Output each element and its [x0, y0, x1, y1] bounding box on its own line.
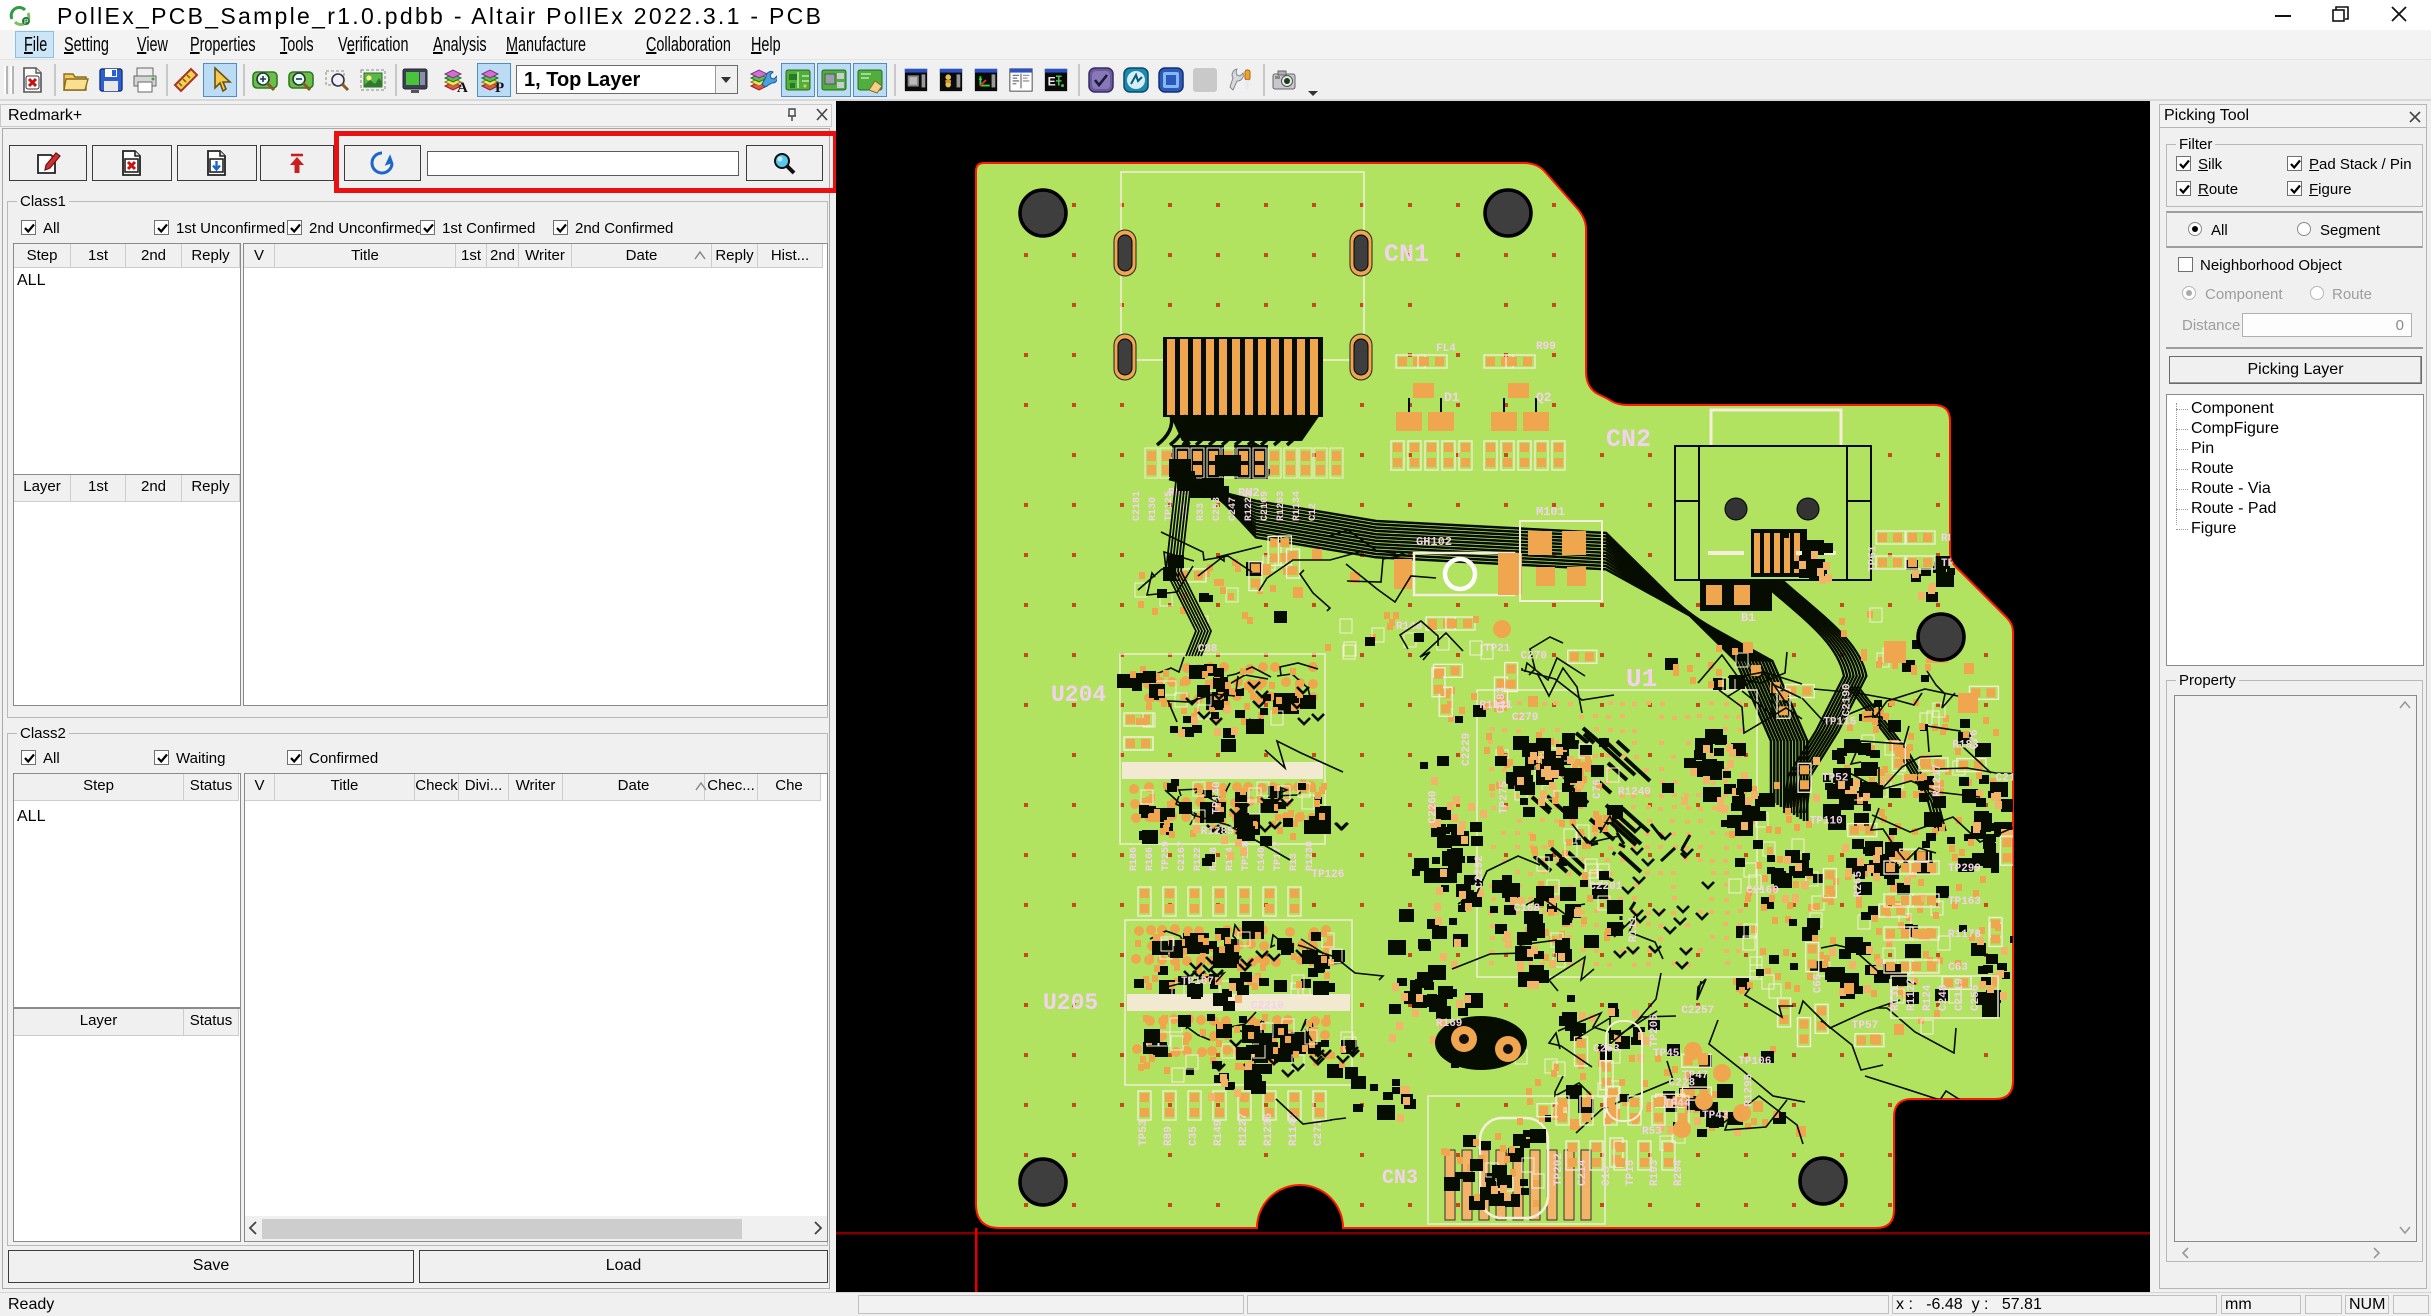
svg-text:R1134: R1134	[1292, 491, 1303, 521]
svg-text:C35: C35	[1188, 1126, 1200, 1146]
svg-text:TP259: TP259	[1161, 841, 1172, 871]
svg-text:C2292: C2292	[1474, 855, 1486, 888]
svg-text:TP115: TP115	[1823, 717, 1856, 729]
svg-text:C2260: C2260	[1428, 790, 1440, 823]
svg-text:C140: C140	[1257, 847, 1268, 871]
svg-text:TP299: TP299	[1948, 863, 1981, 875]
svg-text:P: P	[24, 19, 29, 26]
svg-text:TP61: TP61	[1867, 545, 1879, 572]
svg-text:TP15: TP15	[1625, 1159, 1637, 1186]
svg-text:R1217: R1217	[1932, 764, 1944, 797]
svg-text:R1240: R1240	[1618, 787, 1651, 799]
svg-text:R193: R193	[1649, 1159, 1661, 1186]
svg-text:R53: R53	[1642, 1126, 1662, 1138]
svg-text:R1121: R1121	[1479, 700, 1512, 712]
svg-text:C13: C13	[1601, 1166, 1613, 1186]
svg-text:R1122: R1122	[1906, 978, 1918, 1011]
svg-text:C2257: C2257	[1681, 1005, 1714, 1017]
svg-text:R131: R131	[1890, 984, 1902, 1011]
svg-text:R13: R13	[1289, 853, 1300, 871]
svg-text:B1: B1	[1741, 611, 1755, 625]
svg-text:TP107: TP107	[1181, 976, 1214, 988]
svg-text:C272: C272	[1313, 1120, 1325, 1146]
svg-text:C214: C214	[1577, 1159, 1589, 1186]
svg-text:C247: C247	[1228, 497, 1239, 521]
svg-text:R124: R124	[1922, 984, 1934, 1011]
svg-text:C2229: C2229	[1461, 733, 1473, 766]
svg-text:C2109: C2109	[1260, 491, 1271, 521]
svg-text:C2160: C2160	[1746, 885, 1779, 897]
svg-text:C2210: C2210	[1251, 1001, 1284, 1013]
svg-text:TP106: TP106	[1738, 1056, 1771, 1068]
svg-text:C76: C76	[1592, 779, 1604, 799]
svg-text:C256: C256	[1970, 985, 1982, 1011]
svg-text:R111: R111	[1628, 915, 1640, 942]
svg-text:TP53: TP53	[1138, 1119, 1150, 1146]
svg-text:R33: R33	[1196, 503, 1207, 521]
svg-text:TP202: TP202	[1553, 1153, 1565, 1186]
svg-text:C248: C248	[1938, 984, 1950, 1011]
svg-text:C253: C253	[1593, 1043, 1620, 1055]
svg-text:R130: R130	[1148, 497, 1159, 521]
svg-text:R89: R89	[1163, 1126, 1175, 1146]
svg-text:TP275: TP275	[1499, 781, 1511, 814]
svg-text:C66: C66	[1812, 973, 1824, 993]
svg-text:TP110: TP110	[1810, 815, 1843, 827]
svg-text:TP140: TP140	[1212, 781, 1224, 814]
svg-text:TP44: TP44	[1664, 1098, 1691, 1110]
svg-text:C168: C168	[1514, 903, 1541, 915]
svg-text:R1263: R1263	[1276, 491, 1287, 521]
svg-text:C12: C12	[1308, 503, 1319, 521]
svg-text:C88: C88	[1198, 644, 1218, 656]
svg-text:A: A	[457, 80, 468, 94]
svg-text:C2167: C2167	[1177, 841, 1188, 871]
svg-text:C2119: C2119	[1954, 978, 1966, 1011]
svg-text:R1178: R1178	[1948, 929, 1981, 941]
svg-text:TP57: TP57	[1852, 1020, 1878, 1032]
svg-text:TP52: TP52	[1822, 772, 1848, 784]
svg-text:Q2: Q2	[1536, 390, 1552, 405]
svg-text:R1236: R1236	[1263, 1113, 1275, 1146]
svg-text:P: P	[495, 80, 504, 94]
svg-text:C2201: C2201	[1589, 881, 1622, 893]
svg-text:R169: R169	[1436, 1018, 1462, 1030]
svg-text:R149: R149	[1213, 1120, 1225, 1146]
svg-text:R186: R186	[1129, 847, 1140, 871]
svg-text:C228: C228	[1669, 1078, 1696, 1090]
svg-text:U204: U204	[1051, 682, 1106, 708]
svg-text:CN1: CN1	[1384, 240, 1429, 269]
svg-text:TP205: TP205	[1649, 1014, 1661, 1047]
svg-text:TP45: TP45	[1653, 1048, 1680, 1060]
svg-text:E: E	[1048, 75, 1056, 89]
svg-text:C63: C63	[1948, 962, 1968, 974]
svg-text:TP163: TP163	[1948, 896, 1981, 908]
svg-text:C253: C253	[1212, 497, 1223, 521]
svg-text:R265: R265	[1853, 871, 1865, 898]
svg-text:R1149: R1149	[1288, 1113, 1300, 1146]
svg-text:R1222: R1222	[1244, 491, 1255, 521]
svg-text:C76: C76	[1969, 730, 1981, 750]
svg-text:R1230: R1230	[1305, 841, 1316, 871]
svg-text:C2181: C2181	[1132, 491, 1143, 521]
svg-text:R166: R166	[1145, 847, 1156, 871]
svg-text:R99: R99	[1536, 341, 1556, 353]
svg-text:R294: R294	[1673, 1159, 1685, 1186]
svg-text:U1: U1	[1626, 664, 1657, 694]
svg-text:TP43: TP43	[1702, 1110, 1729, 1122]
svg-text:TP126: TP126	[1311, 869, 1344, 881]
svg-text:U205: U205	[1043, 990, 1098, 1016]
svg-text:CN3: CN3	[1382, 1167, 1418, 1190]
svg-text:R1295: R1295	[1744, 1073, 1756, 1106]
svg-text:FL4: FL4	[1436, 343, 1456, 355]
svg-text:C279: C279	[1512, 712, 1538, 724]
svg-text:CN2: CN2	[1606, 425, 1651, 454]
svg-text:R1227: R1227	[1238, 1113, 1250, 1146]
svg-text:GH102: GH102	[1416, 535, 1452, 549]
svg-text:M101: M101	[1536, 505, 1565, 519]
svg-text:C2190: C2190	[1842, 683, 1854, 716]
svg-text:D1: D1	[1444, 390, 1460, 405]
svg-text:R1285: R1285	[1201, 826, 1234, 838]
svg-text:C270: C270	[1521, 651, 1547, 663]
